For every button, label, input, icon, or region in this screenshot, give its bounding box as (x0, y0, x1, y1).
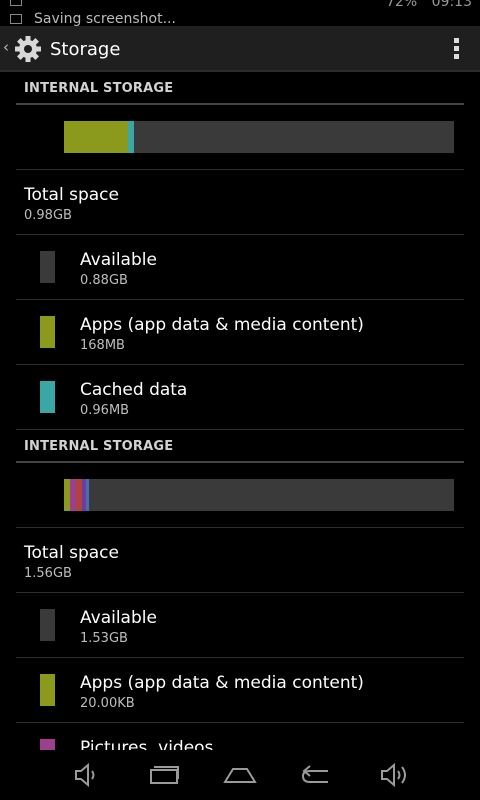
volume-up-icon[interactable] (376, 762, 412, 788)
item-value: 1.53GB (80, 631, 128, 646)
battery-percent: 72% (386, 0, 418, 10)
list-item-available[interactable]: Available 0.88GB (16, 235, 464, 300)
total-space-value: 0.98GB (24, 208, 72, 223)
storage-list[interactable]: INTERNAL STORAGE Total space 0.98GB Avai… (16, 72, 464, 750)
total-space-row[interactable]: Total space 1.56GB (16, 528, 464, 593)
usage-bar-row (16, 463, 464, 528)
volume-down-icon[interactable] (68, 762, 104, 788)
status-bar: Saving screenshot... 72% 09:13 (0, 0, 480, 26)
action-bar: ‹ Storage (0, 26, 480, 72)
item-value: 20.00KB (80, 696, 135, 711)
color-swatch (40, 674, 55, 706)
item-title: Apps (app data & media content) (80, 315, 364, 335)
item-title: Cached data (80, 380, 188, 400)
color-swatch (40, 609, 55, 641)
home-icon[interactable] (222, 762, 258, 788)
item-value: 0.88GB (80, 273, 128, 288)
usage-segment-apps (64, 121, 129, 153)
notification-icon (10, 0, 22, 6)
usage-segment-other-3 (86, 479, 90, 511)
color-swatch (40, 739, 55, 750)
usage-bar-row (16, 105, 464, 170)
total-space-title: Total space (24, 185, 119, 205)
up-caret-icon[interactable]: ‹ (3, 38, 9, 56)
usage-bar (64, 121, 454, 153)
section-header: INTERNAL STORAGE (16, 430, 464, 463)
total-space-row[interactable]: Total space 0.98GB (16, 170, 464, 235)
item-title: Available (80, 608, 157, 628)
list-item-available[interactable]: Available 1.53GB (16, 593, 464, 658)
item-value: 168MB (80, 338, 125, 353)
list-item-apps[interactable]: Apps (app data & media content) 20.00KB (16, 658, 464, 723)
page-title: Storage (50, 39, 121, 60)
total-space-value: 1.56GB (24, 566, 72, 581)
item-title: Apps (app data & media content) (80, 673, 364, 693)
section-header: INTERNAL STORAGE (16, 72, 464, 105)
usage-bar (64, 479, 454, 511)
item-title: Available (80, 250, 157, 270)
usage-segment-cached (128, 121, 135, 153)
item-title: Pictures, videos (80, 738, 214, 750)
notification-text: Saving screenshot... (34, 11, 176, 26)
back-icon[interactable] (298, 762, 334, 788)
list-item-cached-data[interactable]: Cached data 0.96MB (16, 365, 464, 430)
color-swatch (40, 316, 55, 348)
clock: 09:13 (431, 0, 472, 10)
gear-icon[interactable] (13, 34, 43, 64)
color-swatch (40, 251, 55, 283)
list-item-pictures-videos[interactable]: Pictures, videos (16, 723, 464, 750)
status-indicators: 72% 09:13 (376, 0, 472, 10)
list-item-apps[interactable]: Apps (app data & media content) 168MB (16, 300, 464, 365)
navigation-bar (0, 750, 480, 800)
total-space-title: Total space (24, 543, 119, 563)
recent-apps-icon[interactable] (146, 762, 182, 788)
color-swatch (40, 381, 55, 413)
screenshot-icon (10, 14, 22, 24)
overflow-menu-icon[interactable] (448, 36, 464, 62)
item-value: 0.96MB (80, 403, 130, 418)
